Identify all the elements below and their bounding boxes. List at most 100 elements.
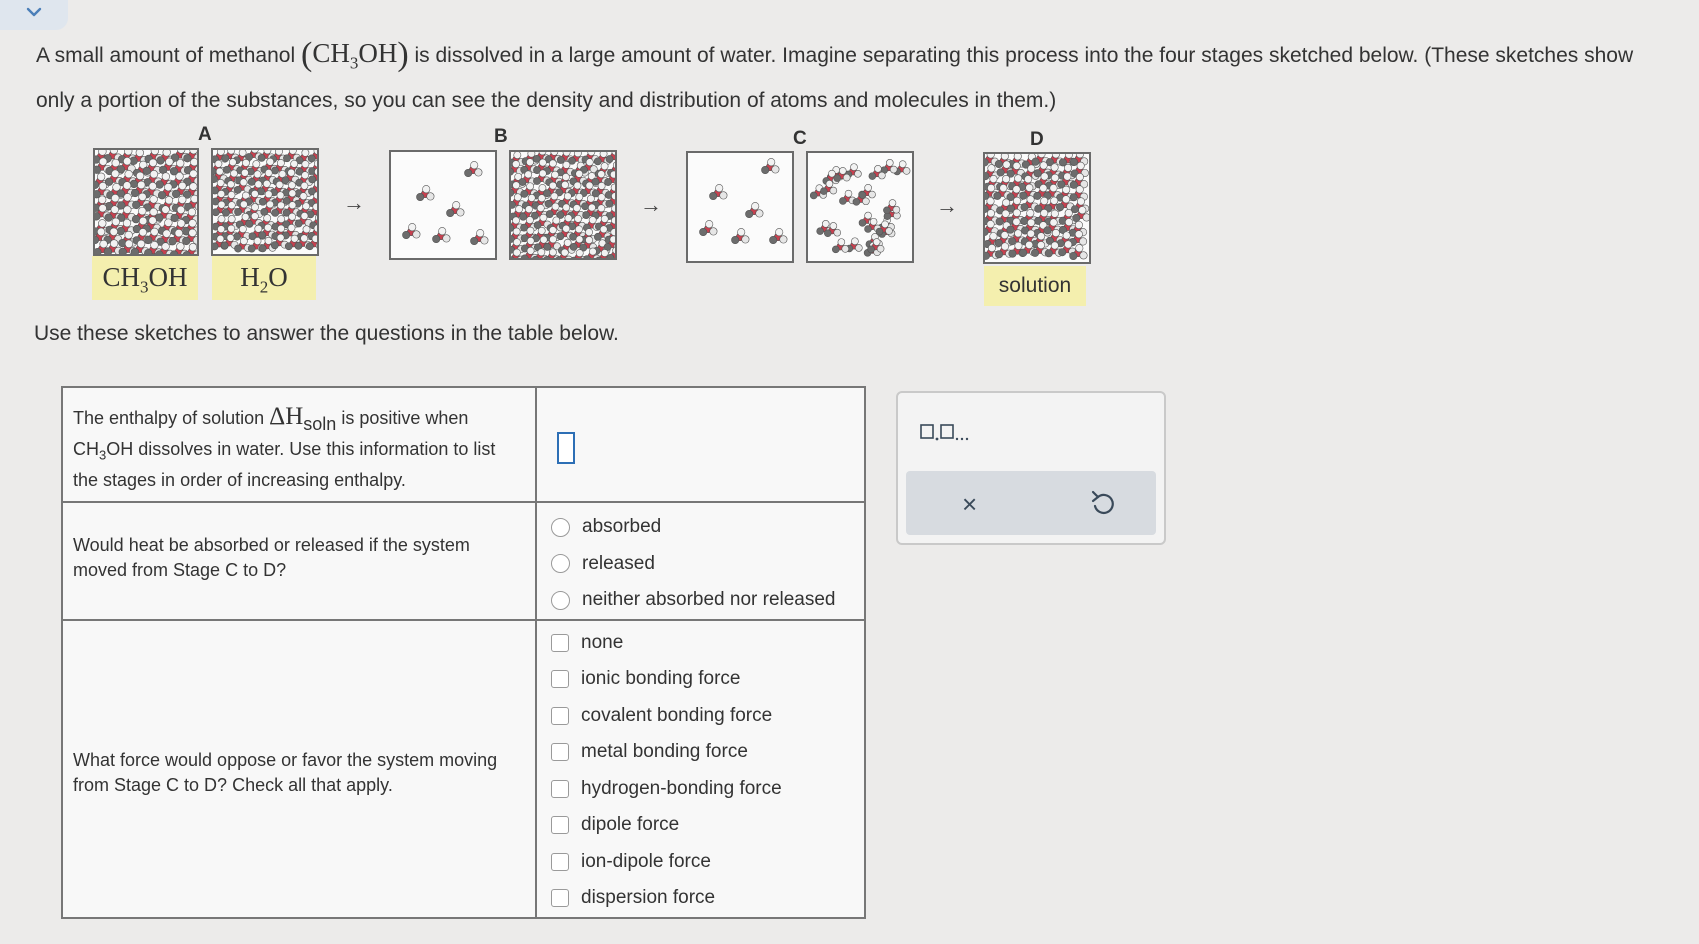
checkbox[interactable]	[551, 852, 569, 871]
atom	[103, 247, 113, 254]
atom	[512, 160, 520, 169]
atom	[241, 168, 249, 177]
checkbox[interactable]	[551, 706, 569, 725]
atom	[1063, 172, 1072, 181]
atom	[287, 168, 296, 177]
atom	[1020, 203, 1029, 212]
atom	[301, 150, 310, 157]
atom	[1049, 184, 1058, 193]
atom	[276, 191, 285, 200]
atom	[1062, 185, 1071, 194]
radio-button[interactable]	[551, 590, 570, 610]
atom	[1049, 218, 1058, 227]
checkbox-option-hydrogen-bonding[interactable]: hydrogen-bonding force	[551, 771, 864, 808]
atom	[1012, 185, 1021, 194]
radio-option-released[interactable]: released	[551, 546, 864, 583]
atom	[262, 179, 271, 188]
atom	[215, 167, 224, 176]
atom	[190, 194, 197, 204]
atom	[556, 232, 565, 241]
atom	[245, 219, 253, 228]
clear-button[interactable]: ×	[962, 489, 977, 520]
atom	[755, 209, 764, 218]
atom	[402, 230, 411, 240]
checkbox[interactable]	[551, 816, 569, 835]
atom	[161, 242, 170, 251]
atom	[537, 226, 546, 235]
atom	[254, 180, 263, 189]
atom	[182, 236, 191, 246]
atom	[247, 244, 256, 253]
chevron-down-icon	[26, 7, 42, 17]
checkbox-option-ionic-bonding[interactable]: ionic bonding force	[551, 661, 864, 698]
atom	[1040, 172, 1049, 181]
atom	[116, 227, 125, 236]
atom	[1040, 196, 1049, 205]
atom	[476, 229, 485, 238]
atom	[563, 192, 572, 201]
checkbox-option-covalent-bonding[interactable]: covalent bonding force	[551, 698, 864, 735]
atom	[1064, 163, 1073, 172]
atom	[1012, 161, 1021, 170]
atom	[775, 228, 784, 237]
atom	[258, 231, 267, 240]
mixed-solution-molecules	[985, 154, 1089, 260]
radio-button[interactable]	[551, 554, 570, 574]
atom	[123, 157, 132, 166]
checkbox[interactable]	[551, 670, 569, 689]
atom	[98, 182, 107, 191]
stage-a-water-sketch	[211, 148, 319, 256]
checkbox[interactable]	[551, 779, 569, 798]
atom	[138, 206, 147, 216]
atom	[575, 249, 584, 258]
collapse-toggle[interactable]	[0, 0, 68, 30]
checkbox-option-metal-bonding[interactable]: metal bonding force	[551, 734, 864, 771]
radio-option-absorbed[interactable]: absorbed	[551, 509, 864, 546]
checkbox-option-dipole[interactable]: dipole force	[551, 807, 864, 844]
atom	[594, 232, 602, 241]
checkbox[interactable]	[551, 633, 569, 652]
stage-order-input[interactable]	[557, 432, 575, 464]
atom	[187, 207, 197, 217]
atom	[253, 237, 262, 245]
checkbox[interactable]	[551, 743, 569, 762]
atom	[886, 159, 894, 167]
checkbox[interactable]	[551, 889, 569, 908]
water-label: H2O	[212, 256, 316, 300]
atom	[537, 194, 546, 203]
atom	[233, 185, 242, 194]
atom	[1050, 196, 1059, 205]
atom	[604, 178, 612, 186]
atom	[854, 170, 862, 178]
atom	[305, 242, 314, 251]
atom	[222, 208, 230, 217]
atom	[526, 158, 534, 167]
atom	[575, 193, 584, 201]
atom	[124, 230, 133, 240]
atom	[1040, 209, 1049, 218]
atom	[281, 176, 290, 185]
atom	[575, 169, 584, 178]
atom	[142, 166, 151, 176]
atom	[1079, 237, 1088, 246]
atom	[525, 205, 533, 214]
atom	[165, 157, 174, 166]
radio-button[interactable]	[551, 517, 570, 537]
atom	[1033, 169, 1042, 178]
atom	[1026, 209, 1035, 218]
atom	[217, 190, 226, 198]
undo-button[interactable]	[1090, 489, 1116, 522]
atom	[1079, 251, 1088, 260]
question-row-1: The enthalpy of solution ΔHsoln is posit…	[61, 386, 866, 503]
radio-option-neither[interactable]: neither absorbed nor released	[551, 582, 864, 619]
atom	[264, 236, 273, 245]
atom	[864, 211, 872, 220]
list-format-button[interactable]	[920, 421, 978, 448]
atom	[1056, 203, 1065, 212]
checkbox-option-none[interactable]: none	[551, 625, 864, 662]
checkbox-option-ion-dipole[interactable]: ion-dipole force	[551, 844, 864, 881]
atom	[217, 215, 226, 223]
atom	[464, 168, 473, 178]
checkbox-option-dispersion[interactable]: dispersion force	[551, 880, 864, 917]
methanol-formula: CH3OH	[312, 38, 398, 73]
